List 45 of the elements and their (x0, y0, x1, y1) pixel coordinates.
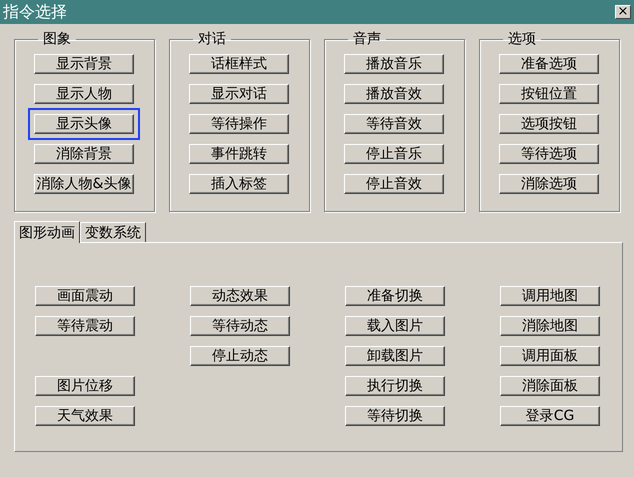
command-button[interactable]: 消除地图 (500, 316, 600, 336)
command-button[interactable]: 播放音效 (344, 84, 444, 104)
command-button[interactable]: 调用面板 (500, 346, 600, 366)
command-button[interactable]: 消除人物&头像 (34, 174, 134, 194)
command-button[interactable]: 消除面板 (500, 376, 600, 396)
command-button[interactable]: 显示头像 (34, 114, 134, 134)
command-button[interactable]: 载入图片 (345, 316, 445, 336)
group-title: 对话 (197, 30, 227, 48)
command-button[interactable]: 等待操作 (189, 114, 289, 134)
close-button[interactable]: × (615, 5, 631, 19)
command-button[interactable]: 等待选项 (499, 144, 599, 164)
command-button[interactable]: 事件跳转 (189, 144, 289, 164)
command-button[interactable]: 停止音乐 (344, 144, 444, 164)
command-button[interactable]: 等待切换 (345, 406, 445, 426)
command-button[interactable]: 等待震动 (35, 316, 135, 336)
command-button[interactable]: 准备切换 (345, 286, 445, 306)
tab[interactable]: 变数系统 (80, 222, 146, 242)
command-button[interactable]: 显示背景 (34, 54, 134, 74)
group-title: 选项 (507, 30, 537, 48)
command-button[interactable]: 登录CG (500, 406, 600, 426)
command-button[interactable]: 卸载图片 (345, 346, 445, 366)
command-button[interactable]: 显示对话 (189, 84, 289, 104)
command-button[interactable]: 消除选项 (499, 174, 599, 194)
command-button[interactable]: 画面震动 (35, 286, 135, 306)
command-button[interactable]: 执行切换 (345, 376, 445, 396)
command-button[interactable]: 天气效果 (35, 406, 135, 426)
command-button[interactable]: 准备选项 (499, 54, 599, 74)
command-button[interactable]: 停止音效 (344, 174, 444, 194)
command-button[interactable]: 插入标签 (189, 174, 289, 194)
command-button[interactable]: 图片位移 (35, 376, 135, 396)
command-button[interactable]: 按钮位置 (499, 84, 599, 104)
window-title: 指令选择 (3, 2, 67, 22)
command-button[interactable]: 显示人物 (34, 84, 134, 104)
command-button[interactable]: 消除背景 (34, 144, 134, 164)
command-button[interactable]: 选项按钮 (499, 114, 599, 134)
command-button[interactable]: 停止动态 (190, 346, 290, 366)
command-button[interactable]: 调用地图 (500, 286, 600, 306)
command-button[interactable]: 话框样式 (189, 54, 289, 74)
command-button[interactable]: 等待动态 (190, 316, 290, 336)
command-button[interactable]: 等待音效 (344, 114, 444, 134)
command-button[interactable]: 动态效果 (190, 286, 290, 306)
group-title: 图象 (42, 30, 72, 48)
command-button[interactable]: 播放音乐 (344, 54, 444, 74)
group-title: 音声 (352, 30, 382, 48)
tab[interactable]: 图形动画 (14, 221, 80, 243)
